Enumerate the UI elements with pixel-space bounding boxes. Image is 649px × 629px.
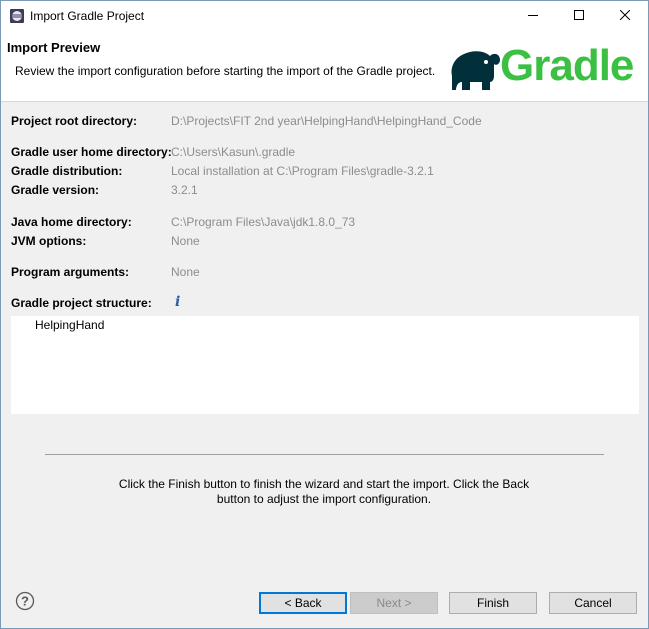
gradle-logo-text: Gradle: [500, 41, 634, 90]
version-label: Gradle version:: [11, 183, 100, 197]
project-structure-tree[interactable]: HelpingHand: [11, 316, 639, 414]
program-args-label: Program arguments:: [11, 265, 130, 279]
project-structure-label: Gradle project structure:: [11, 296, 152, 310]
next-button[interactable]: Next >: [350, 592, 438, 614]
tree-item-helpinghand[interactable]: HelpingHand: [35, 318, 104, 332]
gradle-logo: Gradle: [448, 41, 644, 92]
user-home-value: C:\Users\Kasun\.gradle: [171, 145, 296, 159]
close-button[interactable]: [602, 1, 648, 31]
preview-content: Project root directory: D:\Projects\FIT …: [1, 101, 648, 572]
program-args-value: None: [171, 265, 200, 279]
distribution-value: Local installation at C:\Program Files\g…: [171, 164, 434, 178]
version-value: 3.2.1: [171, 183, 198, 197]
button-bar: ? < Back Next > Finish Cancel: [1, 571, 648, 628]
finish-button[interactable]: Finish: [449, 592, 537, 614]
eclipse-icon: [9, 8, 25, 24]
distribution-label: Gradle distribution:: [11, 164, 123, 178]
finish-instructions: Click the Finish button to finish the wi…: [118, 477, 530, 506]
title-bar[interactable]: Import Gradle Project: [1, 1, 648, 31]
java-home-label: Java home directory:: [11, 215, 132, 229]
import-gradle-dialog: Import Gradle Project Import Preview Rev…: [0, 0, 649, 629]
jvm-options-value: None: [171, 234, 200, 248]
separator: [45, 454, 604, 455]
user-home-label: Gradle user home directory:: [11, 145, 172, 159]
maximize-button[interactable]: [556, 1, 602, 31]
java-home-value: C:\Program Files\Java\jdk1.8.0_73: [171, 215, 356, 229]
elephant-icon: [451, 51, 500, 90]
project-root-label: Project root directory:: [11, 114, 138, 128]
minimize-button[interactable]: [510, 1, 556, 31]
jvm-options-label: JVM options:: [11, 234, 87, 248]
window-title: Import Gradle Project: [30, 9, 145, 23]
page-description: Review the import configuration before s…: [15, 64, 436, 78]
back-button[interactable]: < Back: [259, 592, 347, 614]
wizard-header: Import Preview Review the import configu…: [1, 31, 648, 101]
cancel-button[interactable]: Cancel: [549, 592, 637, 614]
maximize-icon: [574, 9, 584, 23]
page-title: Import Preview: [7, 40, 101, 55]
project-root-value: D:\Projects\FIT 2nd year\HelpingHand\Hel…: [171, 114, 482, 128]
close-icon: [619, 9, 631, 23]
info-icon[interactable]: i: [175, 295, 185, 309]
help-icon[interactable]: ?: [15, 591, 35, 611]
minimize-icon: [528, 9, 538, 23]
svg-text:?: ?: [21, 594, 29, 609]
